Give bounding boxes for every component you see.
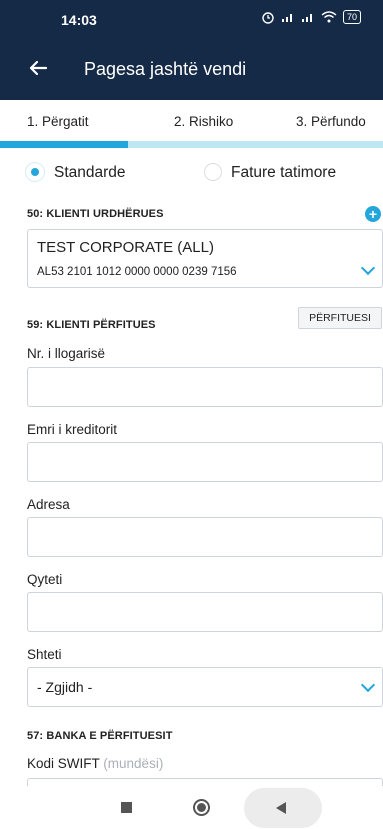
radio-tax-invoice-label[interactable]: Fature tatimore [231, 164, 336, 182]
chevron-down-icon [360, 260, 376, 276]
swift-label: Kodi SWIFT (mundësi) [27, 756, 163, 771]
back-arrow-icon[interactable] [26, 56, 50, 80]
radio-standard-label[interactable]: Standarde [54, 164, 126, 182]
beneficiary-title: 59: KLIENTI PËRFITUES [27, 319, 156, 331]
creditor-name-input[interactable] [27, 442, 383, 482]
city-input[interactable] [27, 592, 383, 632]
alarm-icon [262, 12, 274, 24]
step-prepare[interactable]: 1. Përgatit [27, 114, 89, 129]
add-icon[interactable]: + [365, 206, 381, 222]
swift-optional-text: (mundësi) [103, 756, 164, 771]
country-select-value: - Zgjidh - [37, 679, 93, 695]
payment-type-group: Standarde Fature tatimore [0, 161, 383, 185]
status-time: 14:03 [61, 12, 97, 28]
city-label: Qyteti [27, 572, 63, 587]
app-bar: Pagesa jashtë vendi [0, 38, 383, 100]
beneficiary-button[interactable]: PËRFITUESI [298, 307, 382, 329]
home-icon[interactable] [193, 799, 210, 816]
swift-label-text: Kodi SWIFT [27, 756, 100, 771]
system-nav-bar [0, 786, 383, 829]
creditor-name-label: Emri i kreditorit [27, 422, 118, 437]
account-iban: AL53 2101 1012 0000 0000 0239 7156 [37, 266, 237, 278]
signal-icon [301, 14, 312, 22]
radio-tax-invoice[interactable] [204, 163, 222, 181]
account-number-label: Nr. i llogarisë [27, 346, 106, 361]
status-icons: 70 [261, 10, 361, 24]
country-label: Shteti [27, 647, 62, 662]
step-progress-fill [0, 141, 128, 148]
address-input[interactable] [27, 517, 383, 557]
step-finish[interactable]: 3. Përfundo [296, 114, 366, 129]
radio-standard[interactable] [26, 163, 44, 181]
recents-icon[interactable] [121, 802, 132, 813]
wifi-icon [321, 11, 337, 23]
chevron-down-icon [360, 677, 376, 693]
nav-back-icon[interactable] [276, 802, 286, 814]
account-number-input[interactable] [27, 367, 383, 407]
step-progress-bar [0, 141, 383, 148]
battery-level: 70 [342, 10, 361, 24]
signal-icon [281, 14, 292, 22]
ordering-customer-title: 50: KLIENTI URDHËRUES [27, 208, 164, 220]
country-select[interactable]: - Zgjidh - [27, 667, 383, 707]
ordering-account-select[interactable]: TEST CORPORATE (ALL) AL53 2101 1012 0000… [27, 229, 383, 288]
status-bar: 14:03 70 [0, 0, 383, 38]
beneficiary-bank-title: 57: BANKA E PËRFITUESIT [27, 730, 173, 742]
account-name: TEST CORPORATE (ALL) [37, 239, 214, 256]
page-title: Pagesa jashtë vendi [84, 59, 247, 79]
address-label: Adresa [27, 497, 70, 512]
step-review[interactable]: 2. Rishiko [174, 114, 233, 129]
